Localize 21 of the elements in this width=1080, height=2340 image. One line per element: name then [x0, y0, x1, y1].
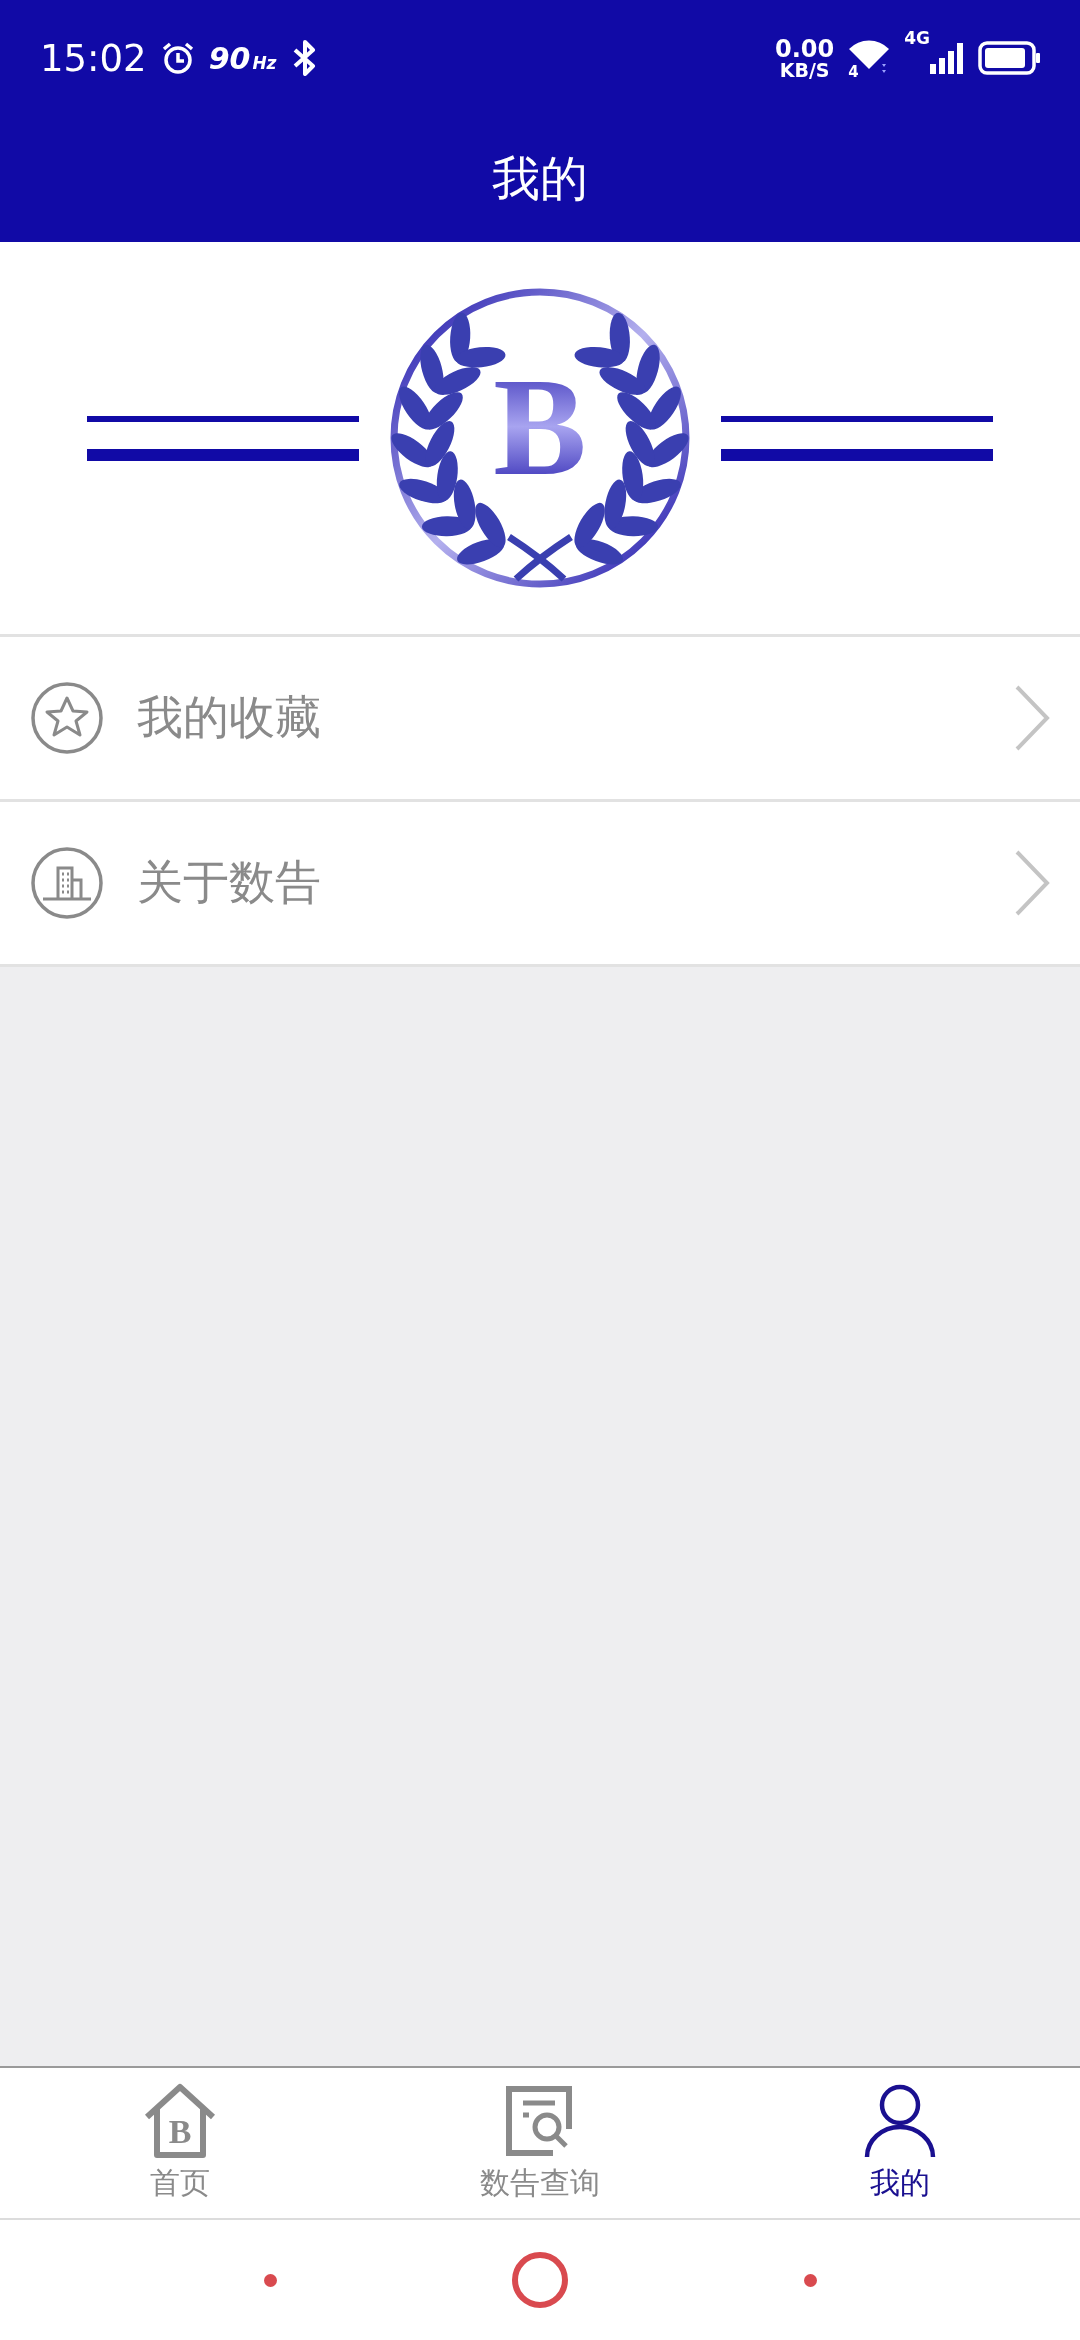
page-title: 我的 — [492, 149, 588, 208]
network-type: 4G — [904, 28, 930, 48]
menu-item[interactable]: 我的收藏 — [0, 637, 1080, 802]
clock-time: 15:02 — [40, 36, 147, 80]
net-speed: 0.00 — [775, 36, 835, 61]
wifi-generation-label: 4 — [848, 63, 859, 81]
logo-letter: B — [493, 349, 587, 505]
menu-item[interactable]: 关于数告 — [0, 802, 1080, 967]
chevron-icon — [1014, 849, 1050, 917]
tab[interactable]: 数告查询 — [360, 2068, 720, 2218]
battery-icon — [978, 41, 1042, 75]
house-icon-letter: B — [168, 2112, 192, 2150]
alarm-icon — [160, 41, 195, 75]
net-speed-unit: KB/S — [779, 60, 830, 80]
chevron-icon — [1014, 684, 1050, 752]
tab[interactable]: 我的 — [720, 2068, 1080, 2218]
refresh-rate: 90Hz — [208, 40, 277, 76]
signal-icon — [930, 42, 964, 74]
tab[interactable]: B 首页 — [0, 2068, 360, 2218]
profile-icon — [863, 2082, 937, 2159]
building-icon — [30, 846, 104, 920]
